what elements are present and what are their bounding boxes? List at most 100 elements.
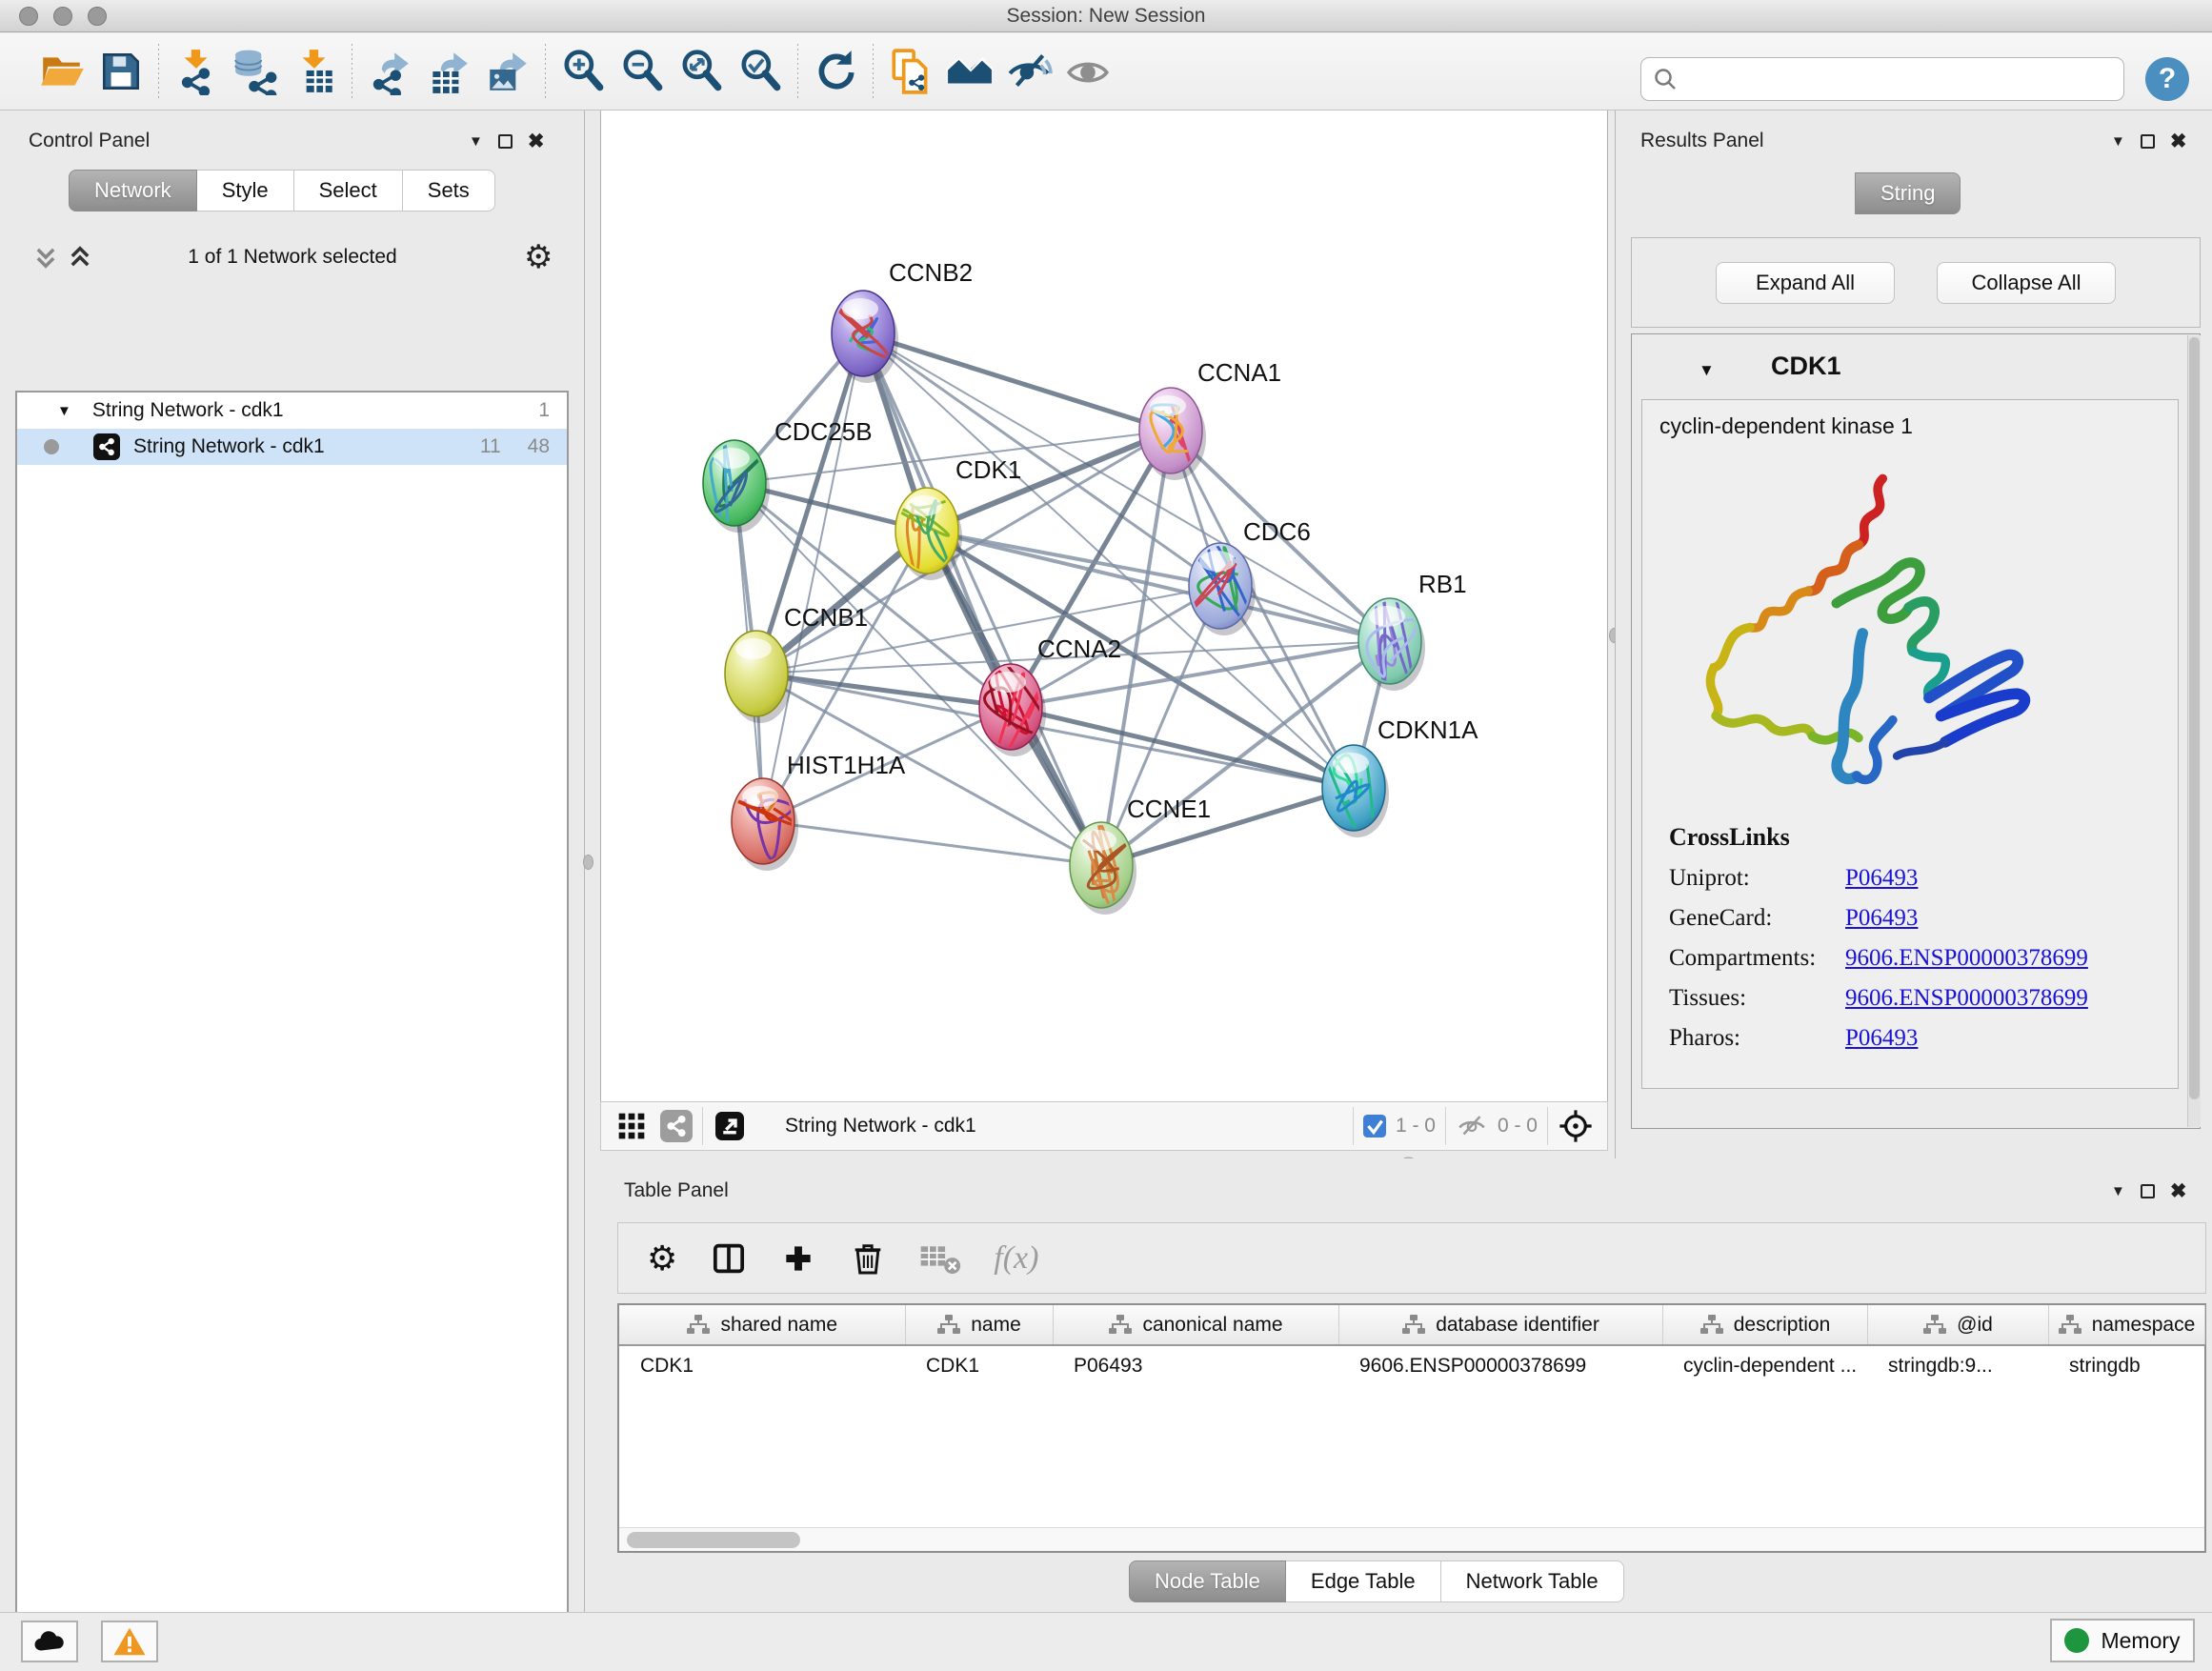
open-in-new-window-icon[interactable] [713, 1109, 747, 1143]
network-edge[interactable] [863, 333, 1171, 431]
tab-edge-table[interactable]: Edge Table [1286, 1560, 1441, 1602]
search-input[interactable] [1678, 68, 2112, 91]
tab-network[interactable]: Network [69, 170, 197, 211]
export-table-icon[interactable] [419, 42, 478, 101]
crosslink-label: GeneCard: [1669, 905, 1845, 932]
network-collection-row[interactable]: ▼ String Network - cdk1 1 [17, 393, 567, 429]
column-header-name[interactable]: name [905, 1305, 1053, 1345]
tab-sets[interactable]: Sets [403, 170, 495, 211]
string-app-icon [93, 433, 120, 460]
hide-selected-icon[interactable] [999, 42, 1058, 101]
memory-status-button[interactable]: Memory [2050, 1619, 2195, 1662]
network-node[interactable]: RB1 [1358, 570, 1467, 691]
show-columns-icon[interactable] [710, 1239, 748, 1278]
network-graph[interactable]: CCNB2CCNA1CDC25BCDK1CDC6RB1CCNB1CCNA2CDK… [601, 111, 1609, 1101]
export-image-icon[interactable] [478, 42, 537, 101]
new-network-from-selection-icon[interactable] [881, 42, 940, 101]
import-table-icon[interactable] [285, 42, 344, 101]
results-panel-tabs: String [1855, 172, 1961, 214]
crosslink-link[interactable]: P06493 [1845, 1025, 1918, 1052]
zoom-fit-icon[interactable] [672, 42, 731, 101]
maximize-panel-icon[interactable] [2141, 134, 2155, 149]
collection-expand-arrow-icon[interactable]: ▼ [57, 403, 71, 419]
tab-string[interactable]: String [1855, 172, 1961, 214]
crosslink-link[interactable]: P06493 [1845, 865, 1918, 892]
tab-style[interactable]: Style [197, 170, 294, 211]
selected-checkbox-icon[interactable] [1363, 1115, 1386, 1137]
zoom-in-icon[interactable] [553, 42, 613, 101]
network-node[interactable]: CDK1 [881, 455, 1021, 580]
apply-layout-refresh-icon[interactable] [806, 42, 865, 101]
network-canvas[interactable]: CCNB2CCNA1CDC25BCDK1CDC6RB1CCNB1CCNA2CDK… [600, 111, 1608, 1101]
table-cell[interactable]: CDK1 [905, 1345, 1053, 1385]
maximize-panel-icon[interactable] [498, 134, 513, 149]
collapse-all-button[interactable]: Collapse All [1937, 262, 2116, 304]
crosslink-link[interactable]: 9606.ENSP00000378699 [1845, 945, 2088, 972]
network-options-gear-icon[interactable]: ⚙ [524, 238, 553, 276]
network-node[interactable]: CDKN1A [1322, 715, 1478, 845]
network-status-dot-icon [44, 439, 59, 454]
save-session-icon[interactable] [91, 42, 151, 101]
table-cell[interactable]: stringdb:9... [1867, 1345, 2048, 1385]
tab-node-table[interactable]: Node Table [1129, 1560, 1286, 1602]
zoom-selected-icon[interactable] [731, 42, 790, 101]
column-header-sharedname[interactable]: shared name [619, 1305, 905, 1345]
float-panel-icon[interactable]: ▼ [2111, 1183, 2125, 1199]
table-cell[interactable]: 9606.ENSP00000378699 [1338, 1345, 1662, 1385]
show-all-icon[interactable] [1058, 42, 1117, 101]
float-panel-icon[interactable]: ▼ [2111, 133, 2125, 150]
network-edge[interactable] [756, 674, 1011, 707]
crosslink-link[interactable]: 9606.ENSP00000378699 [1845, 985, 2088, 1012]
network-edge[interactable] [763, 821, 1101, 865]
control-panel-window-controls: ▼ ✖ [469, 130, 544, 153]
import-network-icon[interactable] [167, 42, 226, 101]
node-table: shared namenamecanonical namedatabase id… [617, 1303, 2206, 1553]
float-panel-icon[interactable]: ▼ [469, 133, 483, 150]
help-button[interactable]: ? [2145, 57, 2189, 101]
create-column-plus-icon[interactable] [780, 1240, 816, 1277]
table-cell[interactable]: P06493 [1053, 1345, 1338, 1385]
delete-column-trash-icon[interactable] [849, 1239, 887, 1278]
table-cell[interactable]: cyclin-dependent ... [1662, 1345, 1867, 1385]
table-horizontal-scrollbar[interactable] [619, 1527, 2204, 1551]
network-edge[interactable] [863, 333, 1390, 641]
network-edge[interactable] [1101, 586, 1220, 865]
network-node[interactable]: CCNB2 [826, 258, 973, 383]
close-panel-icon[interactable]: ✖ [2170, 1179, 2187, 1203]
warning-status-button[interactable] [101, 1621, 158, 1662]
maximize-panel-icon[interactable] [2141, 1184, 2155, 1198]
zoom-out-icon[interactable] [613, 42, 672, 101]
network-row-selected[interactable]: String Network - cdk1 11 48 [17, 429, 567, 465]
tab-select[interactable]: Select [294, 170, 403, 211]
results-scrollbar[interactable] [2187, 335, 2201, 1127]
open-session-icon[interactable] [32, 42, 91, 101]
network-edge[interactable] [927, 531, 1390, 641]
column-header-databaseidentifier[interactable]: database identifier [1338, 1305, 1662, 1345]
grid-view-icon[interactable] [616, 1111, 647, 1141]
tab-network-table[interactable]: Network Table [1441, 1560, 1624, 1602]
close-panel-icon[interactable]: ✖ [2170, 130, 2187, 153]
birds-eye-view-icon[interactable] [1558, 1108, 1594, 1144]
first-neighbors-icon[interactable] [940, 42, 999, 101]
crosslink-link[interactable]: P06493 [1845, 905, 1918, 932]
export-network-icon[interactable] [360, 42, 419, 101]
cloud-status-button[interactable] [21, 1621, 78, 1662]
column-header-canonicalname[interactable]: canonical name [1053, 1305, 1338, 1345]
table-cell[interactable]: stringdb [2048, 1345, 2204, 1385]
column-header-id[interactable]: @id [1867, 1305, 2048, 1345]
column-header-description[interactable]: description [1662, 1305, 1867, 1345]
import-network-database-icon[interactable] [226, 42, 285, 101]
left-splitter-handle[interactable] [583, 855, 593, 870]
section-collapse-arrow-icon[interactable]: ▼ [1699, 361, 1715, 380]
expand-all-button[interactable]: Expand All [1716, 262, 1895, 304]
network-node[interactable]: CDC25B [703, 417, 873, 533]
search-field[interactable] [1640, 57, 2124, 101]
table-cell[interactable]: CDK1 [619, 1345, 905, 1385]
table-row[interactable]: CDK1CDK1P064939606.ENSP00000378699cyclin… [619, 1345, 2204, 1385]
table-options-gear-icon[interactable]: ⚙ [647, 1238, 677, 1278]
network-edge[interactable] [763, 333, 863, 821]
network-edge[interactable] [863, 333, 1101, 865]
close-panel-icon[interactable]: ✖ [528, 130, 545, 153]
column-header-namespace[interactable]: namespace [2048, 1305, 2204, 1345]
network-node[interactable]: CCNA1 [1139, 358, 1281, 480]
